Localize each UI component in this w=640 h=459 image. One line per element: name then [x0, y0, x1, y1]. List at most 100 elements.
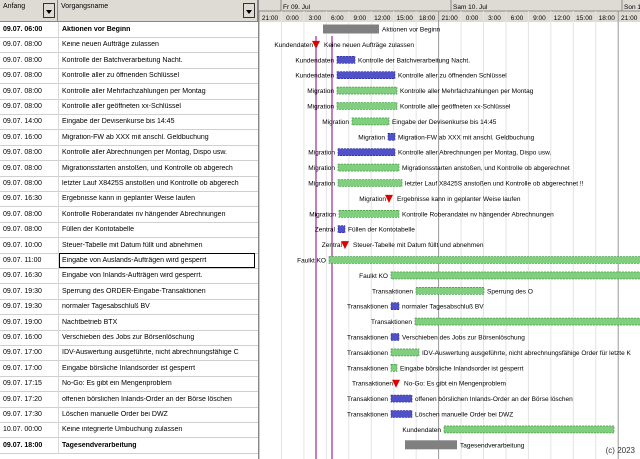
task-row[interactable]: 09.07. 14:00 Eingabe der Devisenkurse bis…: [0, 114, 258, 131]
task-name[interactable]: Sperrung des ORDER-Eingabe-Transaktionen: [62, 288, 256, 295]
task-name[interactable]: No-Go: Es gibt ein Mengenproblem: [62, 380, 256, 387]
task-start: 09.07. 16:00: [3, 133, 42, 141]
task-name[interactable]: Löschen manuelle Order bei DWZ: [62, 411, 256, 418]
milestone-marker: [341, 241, 349, 250]
task-name[interactable]: Kontrolle aller geöffneten xx-Schlüssel: [62, 103, 256, 110]
task-row[interactable]: 09.07. 19:30 normaler Tagesabschluß BV: [0, 299, 258, 316]
task-name[interactable]: Tagesendverarbeitung: [62, 442, 256, 449]
task-bar: [414, 317, 640, 326]
task-row[interactable]: 09.07. 18:00 Tagesendverarbeitung: [0, 437, 258, 454]
chevron-down-icon[interactable]: [243, 3, 255, 18]
task-name[interactable]: Aktionen vor Beginn: [62, 26, 256, 33]
task-row[interactable]: 09.07. 16:00 Verschieben des Jobs zur Bör…: [0, 330, 258, 346]
task-bar-label: Kontrolle aller zu öffnenden Schlüssel: [398, 73, 507, 80]
task-name[interactable]: Ergebnisse kann in geplanter Weise laufe…: [62, 195, 256, 202]
task-name[interactable]: Migration-FW ab XXX mit anschl. Geldbuch…: [62, 134, 256, 141]
task-bar-label: Ergebnisse kann in geplanter Weise laufe…: [397, 196, 521, 203]
task-name[interactable]: Eingabe von Auslands-Aufträgen wird gesp…: [62, 257, 256, 264]
resource-label: Migration: [359, 196, 386, 203]
task-start: 09.07. 08:00: [3, 56, 42, 64]
task-bar: [337, 163, 400, 172]
task-name[interactable]: letzter Lauf X8425S anstoßen und Kontrol…: [62, 180, 256, 187]
task-name[interactable]: Migrationsstarten anstoßen, und Kontroll…: [62, 165, 256, 172]
task-row[interactable]: 09.07. 17:30 Löschen manuelle Order bei D…: [0, 407, 258, 423]
task-name[interactable]: Füllen der Kontotabelle: [62, 226, 256, 233]
task-row[interactable]: 09.07. 08:00 Migrationsstarten anstoßen, …: [0, 160, 258, 177]
resource-label: Transaktionen: [347, 412, 388, 419]
task-name[interactable]: IDV-Auswertung ausgeführte, nicht abrech…: [62, 349, 256, 356]
task-row[interactable]: 09.07. 17:20 offenen börslichen Inlands-O…: [0, 391, 258, 408]
task-row[interactable]: 09.07. 08:00 Kontrolle aller Mehrfachzahl…: [0, 83, 258, 100]
chevron-down-icon[interactable]: [43, 3, 55, 18]
task-bar: [390, 271, 640, 280]
task-row[interactable]: 09.07. 16:30 Eingabe von Inlands-Aufträge…: [0, 268, 258, 285]
task-bar-label: Eingabe der Devisenkurse bis 14:45: [392, 119, 497, 126]
task-name[interactable]: Eingabe börsliche Inlandsorder ist gespe…: [62, 365, 256, 372]
task-name[interactable]: Nachtbetrieb BTX: [62, 319, 256, 326]
column-divider: [58, 376, 59, 393]
column-divider: [58, 176, 59, 192]
task-name[interactable]: Kontrolle der Batchverarbeitung Nacht.: [62, 57, 256, 64]
task-row[interactable]: 09.07. 06:00 Aktionen vor Beginn: [0, 22, 258, 38]
task-bar-label: Kontrolle Roberandatei nv hängender Abre…: [402, 211, 554, 218]
task-row[interactable]: 09.07. 10:00 Steuer-Tabelle mit Datum fül…: [0, 237, 258, 254]
resource-label: Transaktionen: [372, 288, 413, 295]
task-row[interactable]: 09.07. 16:30 Ergebnisse kann in geplanter…: [0, 191, 258, 208]
column-header-task[interactable]: Vorgangsname: [58, 0, 258, 22]
resource-label: Kundendaten: [295, 73, 334, 80]
task-row[interactable]: 09.07. 19:00 Nachtbetrieb BTX: [0, 314, 258, 331]
task-row[interactable]: 09.07. 08:00 Kontrolle aller Abrechnungen…: [0, 145, 258, 162]
task-row[interactable]: 09.07. 08:00 letzter Lauf X8425S anstoßen…: [0, 176, 258, 192]
resource-label: Migration: [308, 150, 335, 157]
task-start: 09.07. 08:00: [3, 226, 42, 234]
task-bar: [337, 148, 396, 156]
resource-label: Transaktionen: [352, 381, 393, 388]
task-bar: [336, 86, 398, 95]
task-bar-label: Migration-FW ab XXX mit anschl. Geldbuch…: [398, 134, 535, 141]
task-row[interactable]: 09.07. 08:00 Füllen der Kontotabelle: [0, 222, 258, 239]
task-start: 09.07. 14:00: [3, 118, 42, 126]
column-divider: [58, 268, 59, 285]
task-bar: [351, 117, 390, 126]
task-name[interactable]: normaler Tagesabschluß BV: [62, 303, 256, 310]
task-row[interactable]: 09.07. 08:00 Kontrolle der Batchverarbeit…: [0, 52, 258, 69]
resource-label: Kundendaten: [295, 57, 334, 64]
task-row[interactable]: 09.07. 17:00 Eingabe börsliche Inlandsord…: [0, 360, 258, 377]
task-row[interactable]: 09.07. 17:15 No-Go: Es gibt ein Mengenpro…: [0, 376, 258, 393]
task-row[interactable]: 09.07. 11:00 Eingabe von Auslands-Aufträg…: [0, 253, 258, 269]
task-name[interactable]: Kontrolle aller Abrechnungen per Montag,…: [62, 149, 256, 156]
task-name[interactable]: Keine integrierte Umbuchung zulassen: [62, 426, 256, 433]
task-name[interactable]: Kontrolle aller Mehrfachzahlungen per Mo…: [62, 88, 256, 95]
task-name[interactable]: Eingabe von Inlands-Aufträgen wird gespe…: [62, 272, 256, 279]
task-row[interactable]: 09.07. 16:00 Migration-FW ab XXX mit ansc…: [0, 129, 258, 146]
task-name[interactable]: Kontrolle Roberandatei nv hängender Abre…: [62, 211, 256, 218]
task-name[interactable]: offenen börslichen Inlands-Order an der …: [62, 396, 256, 403]
task-name[interactable]: Kontrolle aller zu öffnenden Schlüssel: [62, 72, 256, 79]
task-start: 09.07. 10:00: [3, 241, 42, 249]
task-bar: [337, 225, 346, 233]
task-name[interactable]: Verschieben des Jobs zur Börsenlöschung: [62, 334, 256, 341]
task-row[interactable]: 09.07. 08:00 Kontrolle aller geöffneten x…: [0, 99, 258, 115]
task-name[interactable]: Steuer-Tabelle mit Datum füllt und abneh…: [62, 242, 256, 249]
hour-label: 6:00: [331, 15, 344, 22]
task-name[interactable]: Eingabe der Devisenkurse bis 14:45: [62, 118, 256, 125]
task-start: 09.07. 17:00: [3, 364, 42, 372]
column-divider: [58, 206, 59, 223]
task-start: 09.07. 08:00: [3, 103, 42, 110]
task-row[interactable]: 10.07. 00:00 Keine integrierte Umbuchung …: [0, 422, 258, 439]
task-row[interactable]: 09.07. 08:00 Kontrolle aller zu öffnenden…: [0, 68, 258, 85]
column-header-start[interactable]: Anfang: [0, 0, 58, 22]
resource-label: Migration: [309, 211, 336, 218]
task-row[interactable]: 09.07. 08:00 Keine neuen Aufträge zulasse…: [0, 37, 258, 54]
task-name[interactable]: Keine neuen Aufträge zulassen: [62, 41, 256, 48]
column-divider: [58, 129, 59, 146]
task-start: 09.07. 08:00: [3, 41, 42, 49]
task-bar-label: normaler Tagesabschluß BV: [402, 304, 484, 311]
task-bar: [328, 256, 640, 264]
task-row[interactable]: 09.07. 08:00 Kontrolle Roberandatei nv hä…: [0, 206, 258, 223]
column-divider: [58, 299, 59, 316]
task-bar-label: Tagesendverarbeitung: [460, 442, 525, 449]
task-row[interactable]: 09.07. 19:30 Sperrung des ORDER-Eingabe-T…: [0, 283, 258, 300]
task-bar: [390, 302, 400, 311]
task-row[interactable]: 09.07. 17:00 IDV-Auswertung ausgeführte, …: [0, 345, 258, 362]
